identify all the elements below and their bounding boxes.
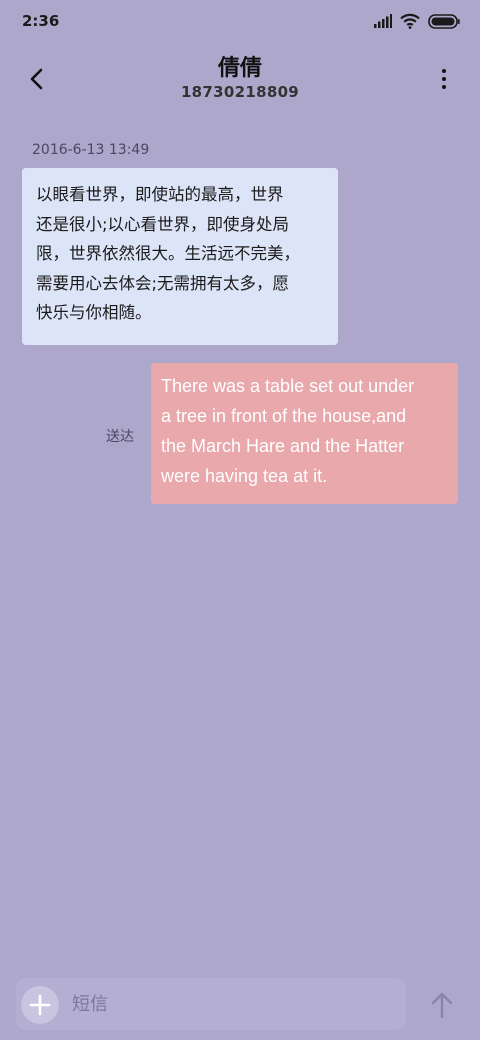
contact-number: 18730218809: [180, 83, 300, 101]
contact-name: 倩倩: [217, 56, 262, 81]
message-line: 快乐与你相随。: [36, 303, 152, 322]
contact-title: 倩倩 18730218809: [0, 56, 480, 102]
send-arrow-icon[interactable]: [428, 990, 456, 1020]
message-line: 以眼看世界，即使站的最高，世界: [36, 185, 284, 204]
status-time: 2:36: [22, 12, 60, 30]
delivery-status: 送达: [106, 429, 134, 445]
wifi-icon: [400, 13, 420, 29]
signal-icon: [374, 14, 392, 28]
message-line: a tree in front of the house,and: [161, 406, 407, 426]
battery-icon: [428, 13, 460, 29]
more-vertical-icon[interactable]: [434, 66, 454, 92]
message-line: were having tea at it.: [161, 466, 328, 486]
sms-input[interactable]: 短信: [72, 990, 108, 1016]
message-line: the March Hare and the Hatter: [161, 436, 405, 456]
composer-bar: 短信: [16, 978, 406, 1030]
add-attachment-button[interactable]: [21, 986, 59, 1024]
message-line: 需要用心去体会;无需拥有太多，愿: [36, 273, 290, 293]
message-line: 还是很小;以心看世界，即使身处局: [36, 214, 290, 234]
status-bar: 2:36: [0, 0, 480, 44]
message-line: There was a table set out under: [161, 376, 415, 396]
plus-icon: [29, 994, 51, 1016]
conversation-header: 倩倩 18730218809: [0, 50, 480, 110]
sent-message-bubble[interactable]: There was a table set out under a tree i…: [151, 363, 458, 504]
status-icons: [374, 13, 460, 29]
received-message-bubble[interactable]: 以眼看世界，即使站的最高，世界 还是很小;以心看世界，即使身处局 限，世界依然很…: [22, 168, 338, 345]
message-line: 限，世界依然很大。生活远不完美，: [36, 244, 300, 263]
message-timestamp: 2016-6-13 13:49: [32, 142, 150, 158]
